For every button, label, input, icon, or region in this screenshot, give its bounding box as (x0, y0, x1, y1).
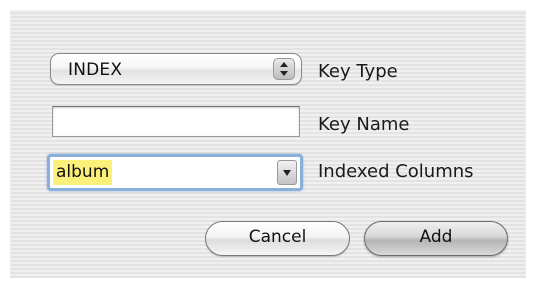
up-down-arrows-icon (273, 58, 295, 80)
key-type-label: Key Type (318, 61, 398, 82)
chevron-down-icon[interactable] (277, 160, 297, 185)
indexed-columns-label: Indexed Columns (318, 161, 474, 182)
key-type-popup[interactable]: INDEX (50, 53, 302, 85)
key-name-field[interactable] (52, 106, 300, 137)
key-type-value: INDEX (68, 60, 123, 80)
indexed-columns-combo[interactable]: album (47, 154, 303, 191)
add-button[interactable]: Add (364, 221, 508, 256)
indexed-columns-value[interactable]: album (53, 160, 113, 185)
cancel-button[interactable]: Cancel (205, 221, 350, 256)
key-name-label: Key Name (318, 114, 410, 135)
